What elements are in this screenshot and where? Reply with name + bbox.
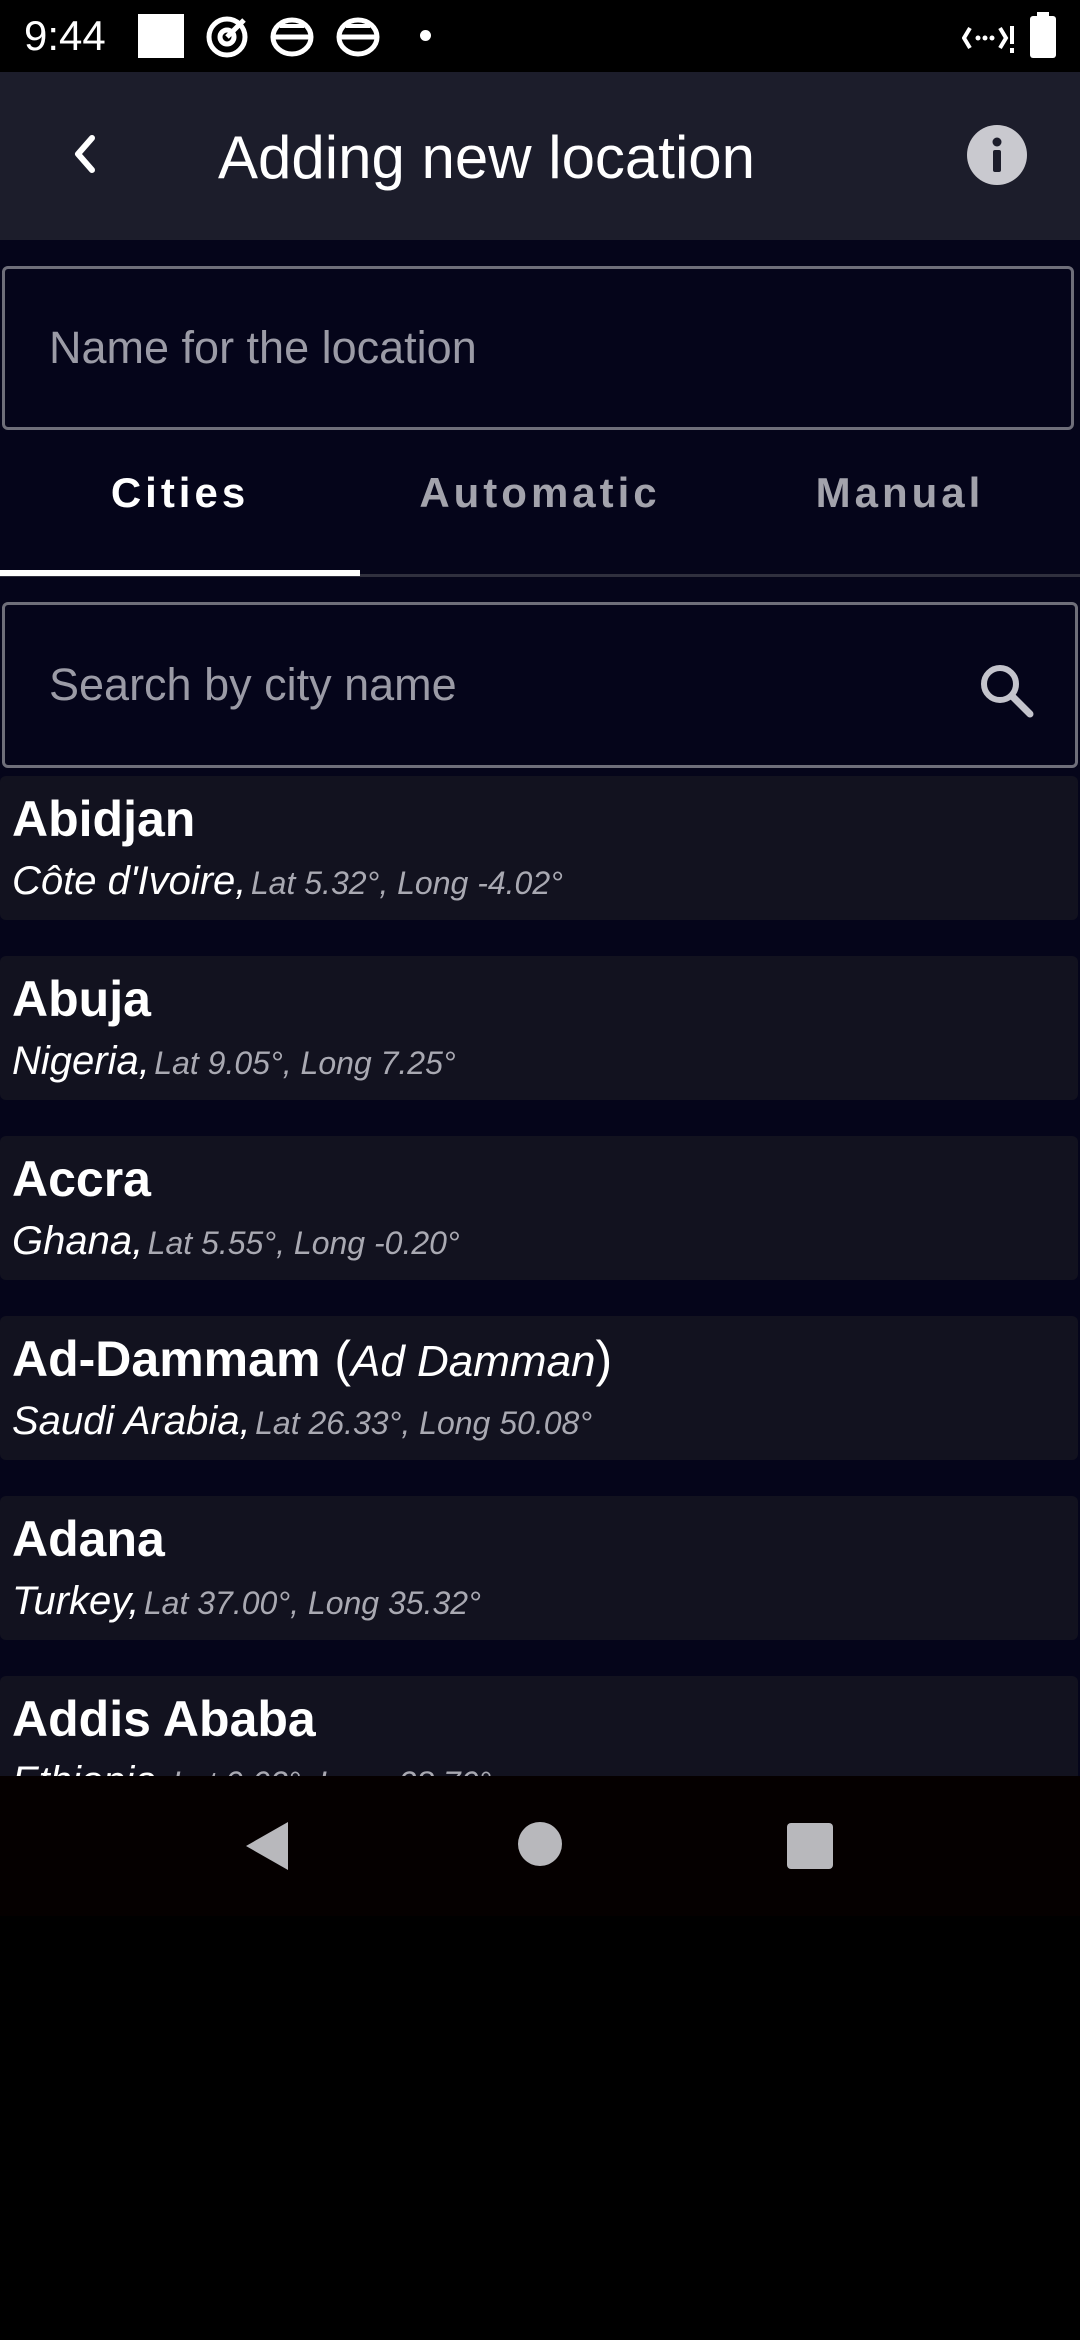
back-arrow-icon[interactable]	[44, 112, 128, 196]
tab-manual[interactable]: Manual	[720, 430, 1080, 576]
nav-back-icon[interactable]	[240, 1818, 296, 1874]
nav-recents-icon[interactable]	[787, 1823, 833, 1869]
app-notification-icon	[270, 17, 314, 57]
city-details: Turkey, Lat 37.00°, Long 35.32°	[12, 1574, 481, 1637]
city-name: Addis Ababa	[12, 1691, 316, 1747]
city-name: Abuja	[12, 971, 151, 1027]
info-icon[interactable]	[966, 124, 1028, 186]
status-bar: 9:44	[0, 0, 1080, 72]
page-title: Adding new location	[218, 124, 756, 191]
status-time: 9:44	[24, 12, 106, 59]
city-name: Accra	[12, 1151, 151, 1207]
city-details: Nigeria, Lat 9.05°, Long 7.25°	[12, 1034, 456, 1097]
city-coordinates: Lat 5.55°, Long -0.20°	[147, 1225, 460, 1261]
location-name-input[interactable]	[49, 269, 929, 427]
city-name: Adana	[12, 1511, 165, 1567]
city-country: Côte d'Ivoire,	[12, 859, 247, 903]
content-area: Cities Automatic Manual Abidjan Côte d'I…	[0, 240, 1080, 1776]
city-coordinates: Lat 26.33°, Long 50.08°	[255, 1405, 593, 1441]
tab-bar: Cities Automatic Manual	[0, 430, 1080, 576]
app-bar: Adding new location	[0, 72, 1080, 240]
list-item[interactable]: Ad-Dammam (Ad Damman) Saudi Arabia, Lat …	[0, 1316, 1078, 1460]
city-coordinates: Lat 37.00°, Long 35.32°	[143, 1585, 481, 1621]
city-name: Ad-Dammam (Ad Damman)	[12, 1331, 613, 1387]
target-app-icon	[206, 16, 248, 58]
city-coordinates: Lat 5.32°, Long -4.02°	[250, 865, 563, 901]
system-nav-bar	[0, 1776, 1080, 1916]
list-item[interactable]: Accra Ghana, Lat 5.55°, Long -0.20°	[0, 1136, 1078, 1280]
city-details: Saudi Arabia, Lat 26.33°, Long 50.08°	[12, 1394, 592, 1457]
more-notifications-dot-icon	[420, 30, 431, 41]
city-coordinates: Lat 9.05°, Long 7.25°	[154, 1045, 456, 1081]
city-details: Ghana, Lat 5.55°, Long -0.20°	[12, 1214, 460, 1277]
app-notification-icon-2	[336, 17, 380, 57]
active-tab-indicator	[0, 570, 360, 576]
list-item[interactable]: Adana Turkey, Lat 37.00°, Long 35.32°	[0, 1496, 1078, 1640]
list-item[interactable]: Abuja Nigeria, Lat 9.05°, Long 7.25°	[0, 956, 1078, 1100]
city-country: Saudi Arabia,	[12, 1399, 251, 1443]
city-search-field[interactable]	[2, 602, 1078, 768]
city-alt-name: Ad Damman	[350, 1337, 596, 1386]
city-search-input[interactable]	[49, 605, 929, 765]
location-name-field[interactable]	[2, 266, 1074, 430]
nav-home-icon[interactable]	[518, 1822, 562, 1866]
city-name: Abidjan	[12, 791, 196, 847]
tab-automatic[interactable]: Automatic	[360, 430, 720, 576]
city-country: Ethiopia,	[12, 1759, 168, 1776]
list-item[interactable]: Abidjan Côte d'Ivoire, Lat 5.32°, Long -…	[0, 776, 1078, 920]
city-country: Ghana,	[12, 1219, 144, 1263]
notification-square-icon	[138, 14, 184, 58]
tab-cities[interactable]: Cities	[0, 430, 360, 576]
list-item[interactable]: Addis Ababa Ethiopia, Lat 9.03°, Long 38…	[0, 1676, 1078, 1776]
city-country: Turkey,	[12, 1579, 140, 1623]
city-details: Côte d'Ivoire, Lat 5.32°, Long -4.02°	[12, 854, 563, 917]
search-icon[interactable]	[976, 660, 1036, 720]
city-details: Ethiopia, Lat 9.03°, Long 38.70°	[12, 1754, 491, 1776]
city-country: Nigeria,	[12, 1039, 150, 1083]
empty-bottom-area	[0, 1916, 1080, 2340]
data-saver-icon	[962, 26, 1014, 53]
city-coordinates: Lat 9.03°, Long 38.70°	[172, 1765, 491, 1776]
battery-icon	[1030, 12, 1056, 58]
